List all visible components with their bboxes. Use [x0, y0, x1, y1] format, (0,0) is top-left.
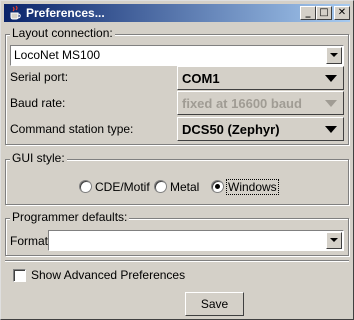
format-label: Format: — [10, 234, 52, 248]
command-station-select[interactable]: DCS50 (Zephyr) — [177, 117, 344, 141]
close-button[interactable]: ✕ — [334, 6, 350, 20]
minimize-button[interactable]: _ — [300, 6, 316, 20]
chevron-down-icon — [325, 100, 337, 107]
command-station-value: DCS50 (Zephyr) — [182, 122, 280, 137]
command-station-label: Command station type: — [10, 122, 134, 136]
serial-port-label: Serial port: — [10, 70, 69, 84]
programmer-defaults-legend: Programmer defaults: — [10, 210, 130, 224]
connection-select[interactable]: LocoNet MS100 — [10, 45, 344, 66]
baud-rate-label: Baud rate: — [10, 96, 66, 110]
baud-rate-select: fixed at 16600 baud — [177, 91, 344, 115]
serial-port-value: COM1 — [182, 71, 220, 86]
chevron-down-icon — [325, 126, 337, 133]
separator — [5, 260, 349, 262]
radio-cde-motif-label[interactable]: CDE/Motif — [95, 180, 150, 194]
radio-windows-label[interactable]: Windows — [226, 179, 279, 195]
title-bar[interactable]: Preferences... _ □ ✕ — [4, 4, 350, 22]
radio-selected-dot — [215, 184, 220, 189]
connection-value: LocoNet MS100 — [14, 48, 101, 62]
radio-metal-label[interactable]: Metal — [170, 180, 199, 194]
gui-style-legend: GUI style: — [10, 151, 67, 165]
radio-metal[interactable] — [154, 180, 167, 193]
serial-port-select[interactable]: COM1 — [177, 66, 344, 90]
baud-rate-value: fixed at 16600 baud — [182, 96, 302, 111]
chevron-down-icon — [325, 75, 337, 82]
preferences-window: Preferences... _ □ ✕ Layout connection: … — [0, 0, 354, 320]
layout-connection-legend: Layout connection: — [10, 26, 115, 40]
chevron-down-icon[interactable] — [326, 232, 342, 249]
chevron-down-icon[interactable] — [326, 47, 342, 64]
show-advanced-checkbox[interactable] — [13, 269, 26, 282]
maximize-button[interactable]: □ — [316, 6, 332, 20]
radio-cde-motif[interactable] — [79, 180, 92, 193]
java-cup-icon — [7, 5, 23, 21]
radio-windows[interactable] — [211, 180, 224, 193]
show-advanced-label[interactable]: Show Advanced Preferences — [31, 268, 185, 282]
save-button[interactable]: Save — [185, 292, 244, 316]
window-title: Preferences... — [26, 6, 105, 20]
format-select[interactable] — [48, 230, 344, 251]
